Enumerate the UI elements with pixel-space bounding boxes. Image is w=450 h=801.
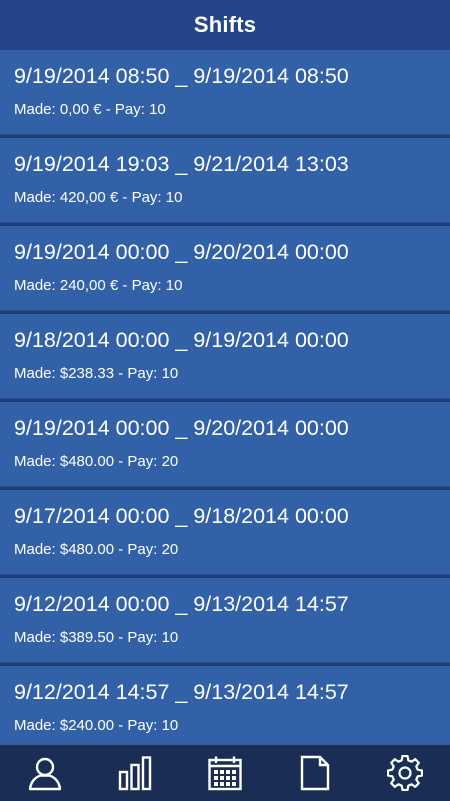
gear-icon (387, 755, 423, 791)
shift-earnings: Made: 420,00 € - Pay: 10 (14, 189, 183, 206)
shift-time-range: 9/19/2014 19:03 _ 9/21/2014 13:03 (14, 152, 349, 176)
shift-time-range: 9/17/2014 00:00 _ 9/18/2014 00:00 (14, 504, 349, 528)
shift-list-item[interactable]: 9/19/2014 00:00 _ 9/20/2014 00:00 Made: … (0, 402, 450, 487)
shift-earnings: Made: 0,00 € - Pay: 10 (14, 101, 166, 118)
shift-time-range: 9/19/2014 00:00 _ 9/20/2014 00:00 (14, 416, 349, 440)
shift-earnings: Made: $238.33 - Pay: 10 (14, 365, 179, 382)
nav-settings-button[interactable] (360, 745, 450, 801)
page-title: Shifts (193, 12, 257, 37)
shift-earnings: Made: $480.00 - Pay: 20 (14, 541, 179, 558)
shift-time-range: 9/12/2014 00:00 _ 9/13/2014 14:57 (14, 592, 349, 616)
shift-earnings: Made: 240,00 € - Pay: 10 (14, 277, 183, 294)
document-icon (300, 755, 330, 791)
nav-report-button[interactable] (270, 745, 360, 801)
shift-list-item[interactable]: 9/19/2014 19:03 _ 9/21/2014 13:03 Made: … (0, 138, 450, 223)
shift-list-item[interactable]: 9/17/2014 00:00 _ 9/18/2014 00:00 Made: … (0, 490, 450, 575)
shift-earnings: Made: $389.50 - Pay: 10 (14, 629, 179, 646)
shift-earnings: Made: $240.00 - Pay: 10 (14, 717, 179, 734)
shift-list-item[interactable]: 9/19/2014 08:50 _ 9/19/2014 08:50 Made: … (0, 50, 450, 135)
profile-icon (28, 757, 62, 791)
nav-stats-button[interactable] (90, 745, 180, 801)
shift-time-range: 9/19/2014 00:00 _ 9/20/2014 00:00 (14, 240, 349, 264)
nav-profile-button[interactable] (0, 745, 90, 801)
shift-earnings: Made: $480.00 - Pay: 20 (14, 453, 179, 470)
shift-list-item[interactable]: 9/12/2014 14:57 _ 9/13/2014 14:57 Made: … (0, 666, 450, 744)
shift-list-item[interactable]: 9/18/2014 00:00 _ 9/19/2014 00:00 Made: … (0, 314, 450, 399)
shift-list-item[interactable]: 9/12/2014 00:00 _ 9/13/2014 14:57 Made: … (0, 578, 450, 663)
bottom-nav (0, 744, 450, 801)
shift-time-range: 9/18/2014 00:00 _ 9/19/2014 00:00 (14, 328, 349, 352)
bar-chart-icon (118, 756, 152, 791)
app-header: Shifts (0, 0, 450, 50)
shift-time-range: 9/19/2014 08:50 _ 9/19/2014 08:50 (14, 64, 349, 88)
nav-calendar-button[interactable] (180, 745, 270, 801)
shift-list[interactable]: 9/19/2014 08:50 _ 9/19/2014 08:50 Made: … (0, 50, 450, 744)
shift-list-item[interactable]: 9/19/2014 00:00 _ 9/20/2014 00:00 Made: … (0, 226, 450, 311)
calendar-icon (208, 756, 242, 791)
shift-time-range: 9/12/2014 14:57 _ 9/13/2014 14:57 (14, 680, 349, 704)
